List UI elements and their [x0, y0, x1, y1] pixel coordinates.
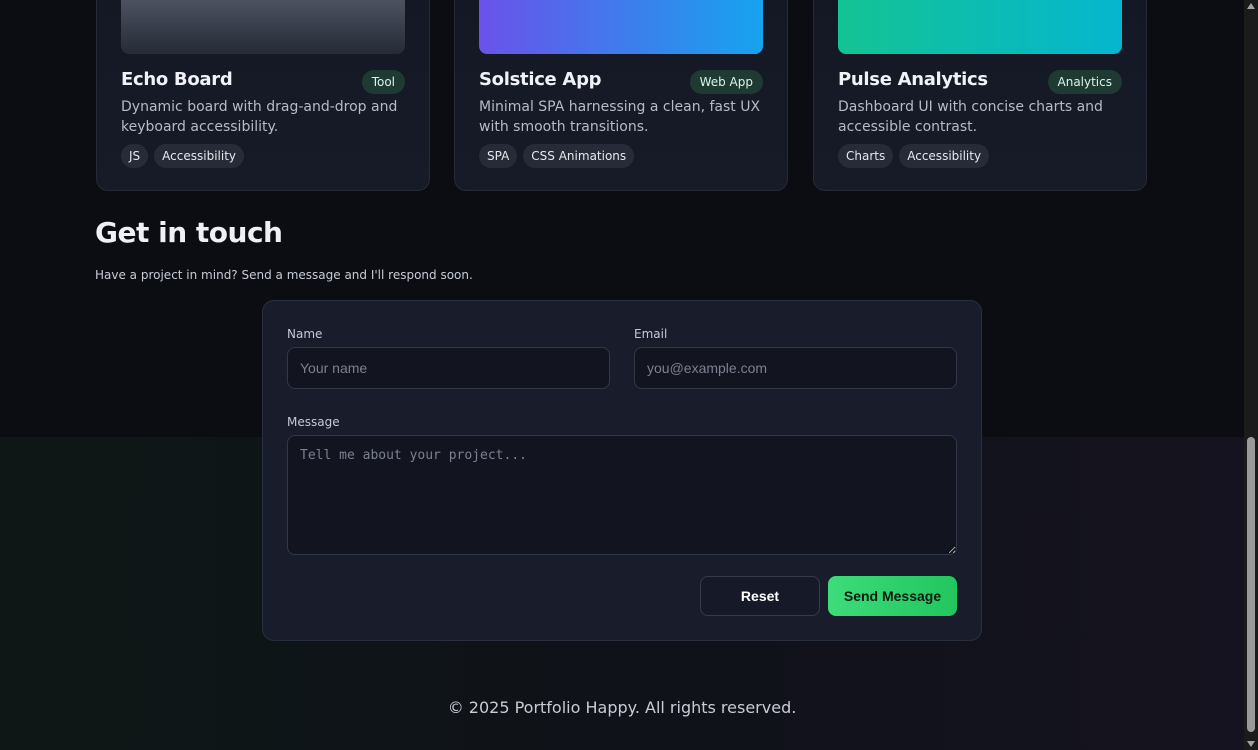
send-message-button[interactable]: Send Message	[828, 576, 957, 616]
email-input[interactable]	[634, 347, 957, 389]
contact-section-subtitle: Have a project in mind? Send a message a…	[95, 268, 473, 282]
contact-section-title: Get in touch	[95, 216, 283, 249]
project-description: Dashboard UI with concise charts and acc…	[838, 99, 1103, 135]
name-label: Name	[287, 327, 323, 341]
project-category-badge: Tool	[361, 70, 405, 94]
footer-copyright: © 2025 Portfolio Happy. All rights reser…	[447, 698, 797, 717]
contact-form: Name Email Message Reset Send Message	[262, 300, 982, 641]
project-tag: Accessibility	[154, 144, 244, 168]
project-card-echo-board[interactable]: Echo Board Tool Dynamic board with drag-…	[96, 0, 430, 191]
project-thumbnail	[479, 0, 763, 54]
reset-button[interactable]: Reset	[700, 576, 820, 616]
project-category-badge: Analytics	[1047, 70, 1122, 94]
project-thumbnail	[838, 0, 1122, 54]
project-title: Echo Board	[121, 69, 233, 90]
project-tags: JS Accessibility	[121, 144, 244, 168]
scroll-down-arrow-icon[interactable]	[1247, 741, 1255, 747]
message-label: Message	[287, 415, 340, 429]
project-card-solstice-app[interactable]: Solstice App Web App Minimal SPA harness…	[454, 0, 788, 191]
project-card-pulse-analytics[interactable]: Pulse Analytics Analytics Dashboard UI w…	[813, 0, 1147, 191]
name-input[interactable]	[287, 347, 610, 389]
scrollbar-thumb[interactable]	[1247, 437, 1255, 732]
project-tag: SPA	[479, 144, 518, 168]
project-category-badge: Web App	[689, 70, 763, 94]
project-description: Dynamic board with drag-and-drop and key…	[121, 99, 398, 135]
scroll-up-arrow-icon[interactable]	[1247, 3, 1255, 9]
project-tags: Charts Accessibility	[838, 144, 990, 168]
message-textarea[interactable]	[287, 435, 957, 555]
project-tag: JS	[121, 144, 149, 168]
page-scrollbar[interactable]	[1244, 0, 1258, 750]
project-tag: Accessibility	[899, 144, 990, 168]
project-tag: CSS Animations	[523, 144, 635, 168]
project-tag: Charts	[838, 144, 894, 168]
project-title: Solstice App	[479, 69, 602, 90]
project-thumbnail	[121, 0, 405, 54]
project-tags: SPA CSS Animations	[479, 144, 635, 168]
project-description: Minimal SPA harnessing a clean, fast UX …	[479, 99, 761, 135]
project-title: Pulse Analytics	[838, 69, 988, 90]
email-label: Email	[634, 327, 668, 341]
